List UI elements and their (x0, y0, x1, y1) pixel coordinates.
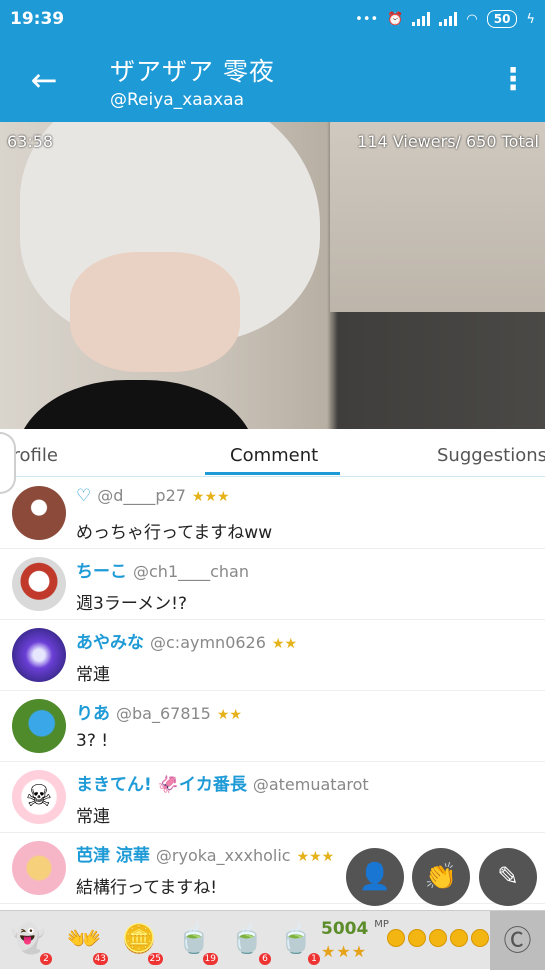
comment-author-id[interactable]: @d____p27 (97, 486, 186, 505)
comment-author: りあ @ba_67815 ★★ (76, 699, 242, 724)
tea-can-100-icon[interactable]: 🍵 19 (170, 915, 218, 965)
tab-suggestions[interactable]: Suggestions (437, 445, 545, 466)
video-mask (16, 380, 256, 429)
stream-timer: 63:58 (7, 132, 54, 151)
comment-author-id[interactable]: @atemuatarot (253, 775, 369, 794)
broadcaster-handle: @Reiya_xaaxaa (110, 90, 244, 110)
coin-stack-icon[interactable]: 🪙 25 (115, 915, 163, 965)
list-item: あやみな @c:aymn0626 ★★ 常連 (0, 620, 545, 691)
coin-icon (387, 929, 405, 947)
comment-author-name[interactable]: ちーこ (76, 562, 127, 582)
active-tab-indicator (205, 472, 340, 475)
comment-text: 常連 (76, 807, 110, 827)
viewer-count: 114 Viewers/ 650 Total (357, 132, 539, 151)
signal-icon (412, 12, 431, 26)
mp-stars: ★★★ (321, 942, 368, 961)
more-notifications-icon: ••• (355, 11, 379, 27)
comment-author: ♡ @d____p27 ★★★ (76, 486, 230, 506)
coin-icon (408, 929, 426, 947)
coin-row (387, 929, 489, 947)
tea-can-icon[interactable]: 🍵 6 (223, 915, 271, 965)
avatar[interactable] (12, 699, 66, 753)
comment-author-name[interactable]: ♡ (76, 486, 91, 506)
more-vert-icon[interactable]: ⋮ (498, 60, 528, 100)
gift-count: 25 (147, 953, 163, 965)
page-title: ザアザア 零夜 (110, 57, 275, 86)
comment-author-id[interactable]: @ba_67815 (116, 704, 211, 723)
back-arrow-icon[interactable]: ← (26, 60, 62, 100)
mp-points: 5004 MP (321, 919, 389, 939)
gift-count: 43 (92, 953, 108, 965)
comment-text: 週3ラーメン!? (76, 594, 187, 614)
comment-list[interactable]: ♡ @d____p27 ★★★ めっちゃ行ってますねww ちーこ @ch1____ch… (0, 478, 545, 908)
comment-text: 常連 (76, 665, 110, 685)
comment-author-name[interactable]: まきてん! 🦑イカ番長 (76, 775, 247, 795)
gift-count: 2 (40, 953, 52, 965)
gift-count: 19 (202, 953, 218, 965)
tea-can-50-icon[interactable]: 🍵 1 (272, 915, 320, 965)
ghost-icon[interactable]: 👻 2 (4, 915, 52, 965)
video-face (70, 252, 240, 372)
live-video[interactable]: 63:58 114 Viewers/ 650 Total (0, 122, 545, 429)
app-bar: ← ザアザア 零夜 @Reiya_xaaxaa ⋮ (0, 38, 545, 122)
rank-badge: ★★★ (191, 489, 230, 505)
alarm-icon: ⏰ (387, 11, 404, 27)
mp-value: 5004 (321, 919, 369, 939)
tab-comment[interactable]: Comment (230, 445, 318, 466)
coin-icon (450, 929, 468, 947)
write-comment-button[interactable]: ✎ (479, 848, 537, 906)
hands-icon[interactable]: 👐 43 (60, 915, 108, 965)
status-bar: 19:39 ••• ⏰ ◠ 50 ϟ (0, 0, 545, 38)
skull-icon: ☠ (25, 779, 53, 814)
avatar[interactable] (12, 841, 66, 895)
gift-count: 6 (259, 953, 271, 965)
comment-author: 芭津 涼華 @ryoka_xxxholic ★★★ (76, 841, 334, 866)
clap-button[interactable]: 👏 (412, 848, 470, 906)
coin-icon (471, 929, 489, 947)
rank-badge: ★★ (216, 707, 242, 723)
comment-author-id[interactable]: @c:aymn0626 (150, 633, 266, 652)
gift-count: 1 (308, 953, 320, 965)
avatar[interactable] (12, 557, 66, 611)
wifi-icon: ◠ (466, 11, 478, 27)
list-item: ☠ まきてん! 🦑イカ番長 @atemuatarot 常連 (0, 762, 545, 833)
signal-icon-2 (439, 12, 458, 26)
avatar[interactable] (12, 628, 66, 682)
comment-author-name[interactable]: りあ (76, 704, 110, 724)
list-item: りあ @ba_67815 ★★ 3? ! (0, 691, 545, 762)
comment-text: めっちゃ行ってますねww (76, 523, 273, 543)
gift-bar: 👻 2 👐 43 🪙 25 🍵 19 🍵 6 🍵 1 5004 MP ★★★ Ⓒ (0, 910, 545, 970)
status-time: 19:39 (10, 9, 65, 29)
comment-author: まきてん! 🦑イカ番長 @atemuatarot (76, 770, 375, 795)
comment-author-name[interactable]: あやみな (76, 633, 144, 653)
comment-author-name[interactable]: 芭津 涼華 (76, 846, 150, 866)
c-coin-button[interactable]: Ⓒ (490, 911, 545, 970)
avatar[interactable] (12, 486, 66, 540)
rank-badge: ★★★ (296, 849, 335, 865)
coin-icon (429, 929, 447, 947)
follow-user-button[interactable]: 👤 (346, 848, 404, 906)
tab-bar: Profile Comment Suggestions (0, 429, 545, 477)
comment-author-id[interactable]: @ch1____chan (133, 562, 249, 581)
comment-author: ちーこ @ch1____chan (76, 557, 255, 582)
comment-author-id[interactable]: @ryoka_xxxholic (156, 846, 291, 865)
comment-text: 結構行ってますね! (76, 878, 218, 898)
charging-icon: ϟ (526, 11, 535, 27)
list-item: ♡ @d____p27 ★★★ めっちゃ行ってますねww (0, 478, 545, 549)
comment-author: あやみな @c:aymn0626 ★★ (76, 628, 297, 653)
rank-badge: ★★ (271, 636, 298, 652)
list-item: ちーこ @ch1____chan 週3ラーメン!? (0, 549, 545, 620)
comment-text: 3? ! (76, 731, 109, 751)
avatar[interactable]: ☠ (12, 770, 66, 824)
battery-icon: 50 (486, 10, 518, 28)
